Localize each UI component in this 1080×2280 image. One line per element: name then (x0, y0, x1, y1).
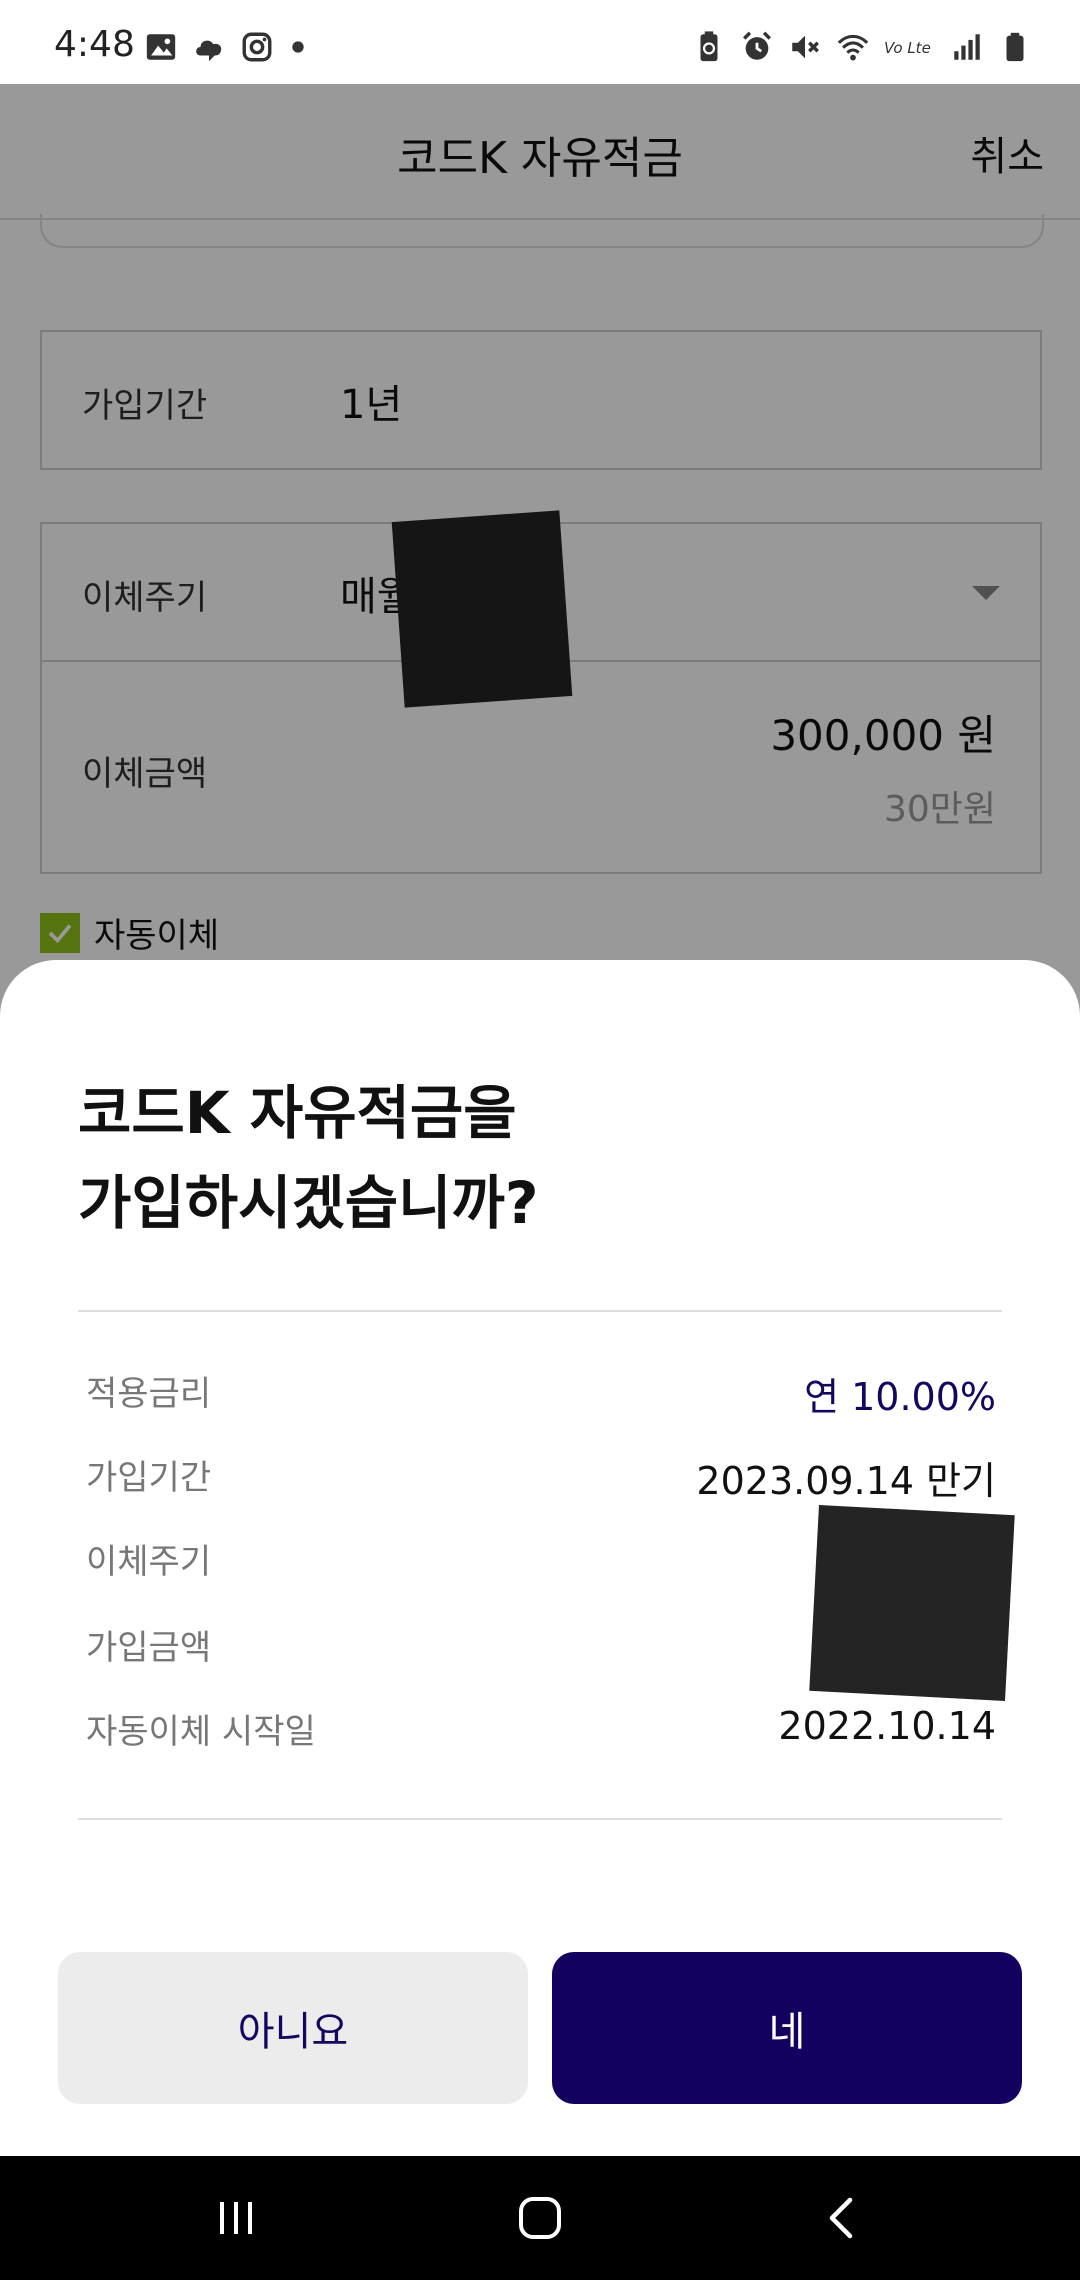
rate-value: 연 10.00% (804, 1375, 996, 1419)
signal-icon (950, 30, 984, 64)
system-nav-bar (0, 2156, 1080, 2280)
status-right-icons: Vo Lte (692, 30, 1032, 64)
dot-icon (288, 30, 308, 64)
home-icon[interactable] (510, 2188, 570, 2248)
divider (78, 1818, 1002, 1820)
period-label: 가입기간 (86, 1458, 212, 1498)
sheet-title-line1: 코드K 자유적금을 (78, 1079, 517, 1147)
redaction-block (809, 1504, 1015, 1702)
amount-label: 가입금액 (86, 1628, 212, 1668)
period-value: 2023.09.14 만기 (696, 1459, 996, 1503)
status-time: 4:48 (54, 24, 135, 65)
status-bar: 4:48 Vo Lte (0, 0, 1080, 84)
yes-button[interactable]: 네 (552, 1952, 1022, 2104)
alarm-icon (740, 30, 774, 64)
wifi-icon (836, 30, 870, 64)
rate-label: 적용금리 (86, 1374, 212, 1414)
info-row-period: 가입기간 2023.09.14 만기 (86, 1450, 996, 1510)
back-icon[interactable] (812, 2188, 872, 2248)
volte-icon: Vo Lte (884, 30, 936, 64)
battery-saver-icon (692, 30, 726, 64)
sheet-title-line2: 가입하시겠습니까? (78, 1169, 539, 1237)
recent-apps-icon[interactable] (206, 2188, 266, 2248)
info-row-rate: 적용금리 연 10.00% (86, 1366, 996, 1426)
battery-icon (998, 30, 1032, 64)
start-date-value: 2022.10.14 (778, 1704, 996, 1748)
confirm-bottom-sheet: 코드K 자유적금을 가입하시겠습니까? 적용금리 연 10.00% 가입기간 2… (0, 960, 1080, 2156)
status-left-icons (144, 30, 308, 64)
cycle-label: 이체주기 (86, 1542, 212, 1582)
cloud-icon (192, 30, 226, 64)
info-row-start-date: 자동이체 시작일 2022.10.14 (86, 1704, 996, 1764)
volte-label: Vo Lte (884, 39, 931, 57)
divider (78, 1310, 1002, 1312)
mute-icon (788, 30, 822, 64)
no-button[interactable]: 아니요 (58, 1952, 528, 2104)
instagram-icon (240, 30, 274, 64)
start-date-label: 자동이체 시작일 (86, 1712, 316, 1752)
gallery-icon (144, 30, 178, 64)
